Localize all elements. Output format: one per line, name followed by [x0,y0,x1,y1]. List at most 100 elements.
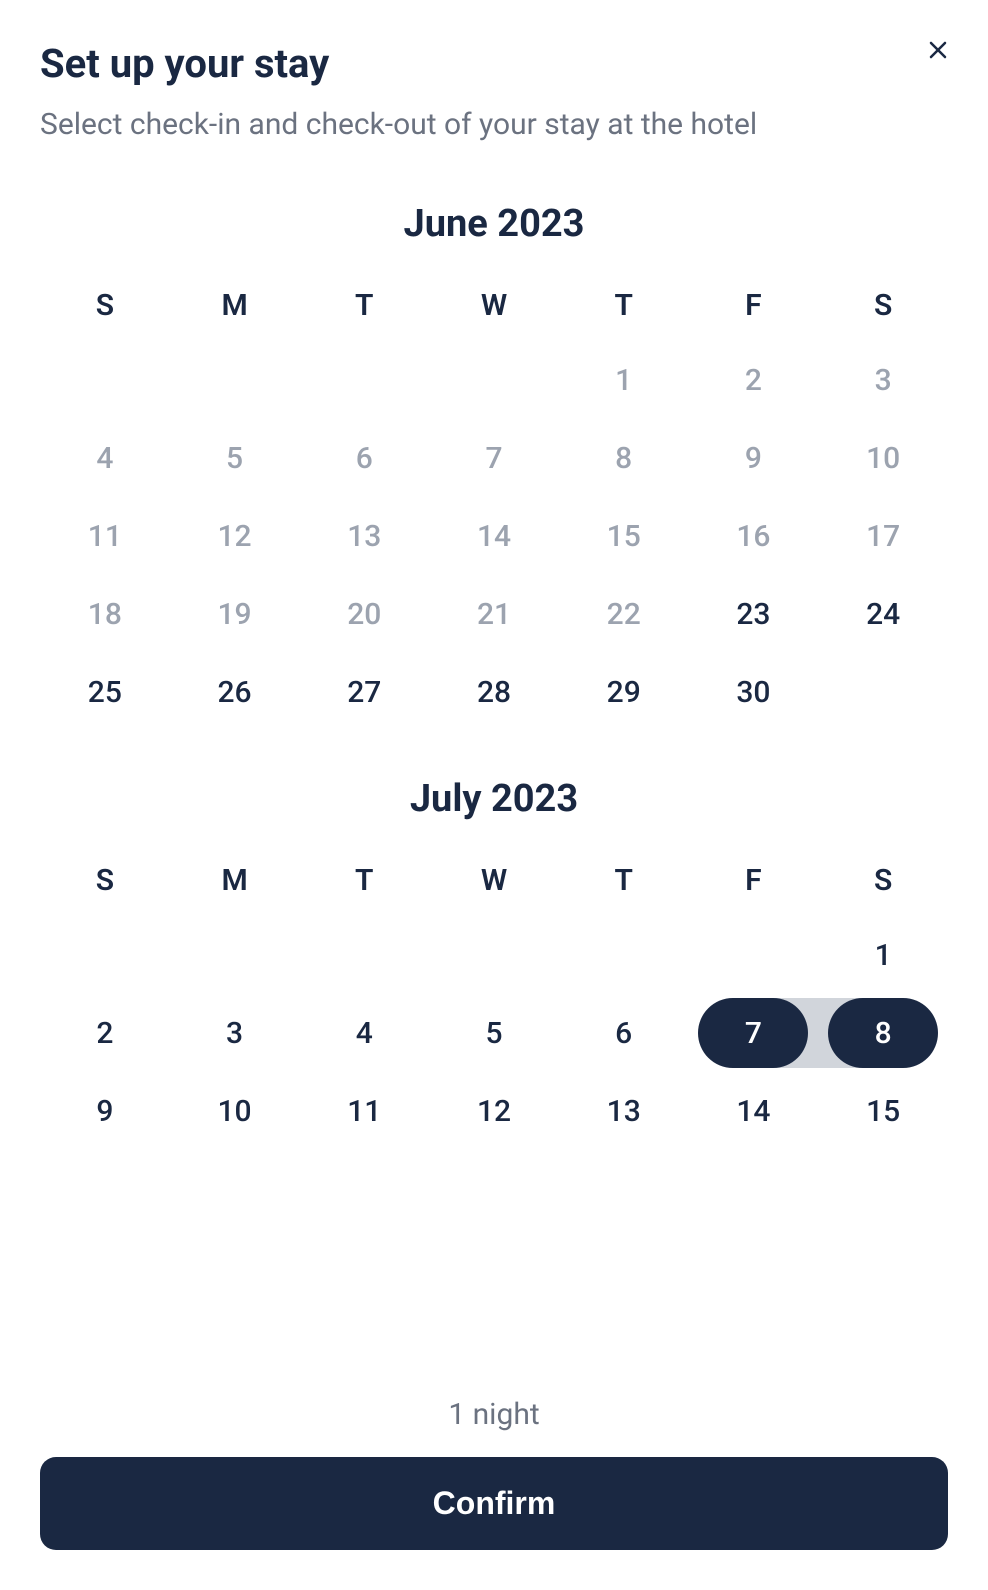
day-cell: 28 [429,657,559,727]
day-cell: 18 [40,579,170,649]
weekday-label: M [170,851,300,910]
calendar-day: 3 [818,345,948,415]
weekday-label: W [429,276,559,335]
day-cell: 4 [299,998,429,1068]
calendar-day[interactable]: 23 [689,579,819,649]
weekday-label: F [689,276,819,335]
day-cell: 9 [689,423,819,493]
calendar-day[interactable]: 11 [299,1076,429,1146]
calendar-day: 15 [559,501,689,571]
month-title: June 2023 [40,202,948,246]
page-title: Set up your stay [40,40,948,87]
calendar-day[interactable]: 15 [818,1076,948,1146]
calendar-day: 22 [559,579,689,649]
weekday-label: T [559,276,689,335]
calendar-day[interactable]: 10 [170,1076,300,1146]
day-cell: 7 [429,423,559,493]
day-cell: 16 [689,501,819,571]
day-cell: 12 [170,501,300,571]
calendar-day: 12 [170,501,300,571]
calendar-day: 11 [40,501,170,571]
day-cell: 11 [40,501,170,571]
calendar-day[interactable]: 9 [40,1076,170,1146]
page-subtitle: Select check-in and check-out of your st… [40,107,948,142]
day-cell: 15 [818,1076,948,1146]
calendar-day[interactable]: 1 [818,920,948,990]
month-block: June 2023SMTWTFS123456789101112131415161… [40,202,948,727]
day-cell: 5 [429,998,559,1068]
calendar-day: 16 [689,501,819,571]
footer: 1 night Confirm [40,1377,948,1550]
calendar-day[interactable]: 30 [689,657,819,727]
calendar-day[interactable]: 13 [559,1076,689,1146]
day-cell: 2 [689,345,819,415]
calendar-day[interactable]: 29 [559,657,689,727]
day-cell: 17 [818,501,948,571]
day-cell: 20 [299,579,429,649]
days-grid: 123456789101112131415 [40,920,948,1146]
calendar-day: 21 [429,579,559,649]
calendar-day[interactable]: 5 [429,998,559,1068]
day-cell: 29 [559,657,689,727]
day-cell: 8 [818,998,948,1068]
weekday-row: SMTWTFS [40,276,948,335]
calendar-day[interactable]: 26 [170,657,300,727]
day-cell: 4 [40,423,170,493]
confirm-button[interactable]: Confirm [40,1457,948,1550]
day-cell: 15 [559,501,689,571]
calendar: June 2023SMTWTFS123456789101112131415161… [40,202,948,1377]
day-cell: 27 [299,657,429,727]
nights-label: 1 night [40,1397,948,1432]
calendar-day: 9 [689,423,819,493]
calendar-day[interactable]: 24 [818,579,948,649]
day-cell: 24 [818,579,948,649]
day-cell: 7 [689,998,819,1068]
day-cell: 12 [429,1076,559,1146]
weekday-label: T [559,851,689,910]
day-cell: 10 [818,423,948,493]
calendar-day[interactable]: 25 [40,657,170,727]
calendar-day[interactable]: 14 [689,1076,819,1146]
day-cell: 26 [170,657,300,727]
calendar-day: 8 [559,423,689,493]
calendar-day[interactable]: 3 [170,998,300,1068]
weekday-label: S [40,276,170,335]
day-cell: 6 [559,998,689,1068]
calendar-day: 2 [689,345,819,415]
day-cell: 2 [40,998,170,1068]
calendar-day: 6 [299,423,429,493]
month-block: July 2023SMTWTFS123456789101112131415 [40,777,948,1146]
calendar-day: 19 [170,579,300,649]
calendar-day[interactable]: 6 [559,998,689,1068]
calendar-day: 4 [40,423,170,493]
calendar-day: 14 [429,501,559,571]
weekday-label: S [818,851,948,910]
calendar-day[interactable]: 2 [40,998,170,1068]
weekday-label: T [299,276,429,335]
calendar-day[interactable]: 27 [299,657,429,727]
day-cell: 3 [818,345,948,415]
day-cell: 9 [40,1076,170,1146]
weekday-label: M [170,276,300,335]
day-cell: 23 [689,579,819,649]
calendar-day[interactable]: 4 [299,998,429,1068]
month-title: July 2023 [40,777,948,821]
weekday-label: T [299,851,429,910]
calendar-day[interactable]: 12 [429,1076,559,1146]
calendar-day: 10 [818,423,948,493]
calendar-day[interactable]: 7 [698,998,808,1068]
close-button[interactable] [918,30,958,70]
day-cell: 25 [40,657,170,727]
day-cell: 21 [429,579,559,649]
day-cell: 14 [689,1076,819,1146]
day-cell: 3 [170,998,300,1068]
calendar-day[interactable]: 8 [828,998,938,1068]
weekday-label: F [689,851,819,910]
weekday-label: S [818,276,948,335]
day-cell: 19 [170,579,300,649]
calendar-day: 20 [299,579,429,649]
day-cell: 1 [818,920,948,990]
days-grid: 1234567891011121314151617181920212223242… [40,345,948,727]
calendar-day[interactable]: 28 [429,657,559,727]
day-cell: 5 [170,423,300,493]
